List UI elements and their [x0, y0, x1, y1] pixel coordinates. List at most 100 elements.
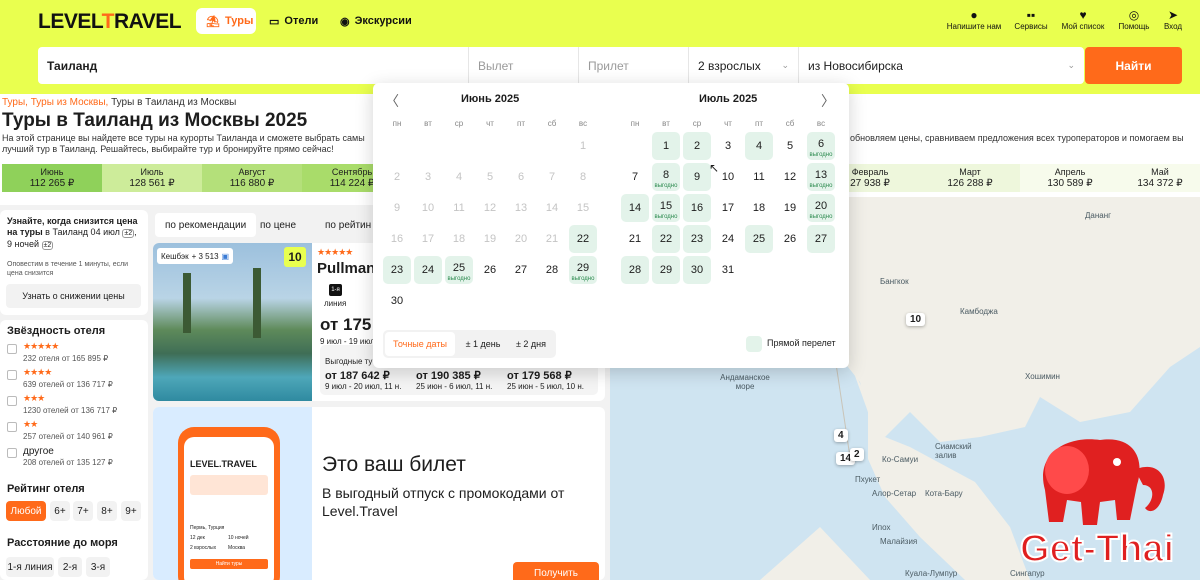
rating-6-plus[interactable]: 6+ — [50, 501, 70, 521]
prev-month-arrow[interactable]: 〈 — [385, 91, 399, 111]
calendar-day[interactable]: 19 — [776, 194, 804, 222]
calendar-day[interactable]: 23 — [683, 225, 711, 253]
map-price-badge[interactable]: 4 — [834, 429, 848, 442]
from-city-select[interactable]: из Новосибирска ⌄ — [799, 47, 1084, 84]
weekday-label: пт — [755, 119, 763, 128]
calendar-day[interactable]: 5 — [776, 132, 804, 160]
stars-5-checkbox[interactable] — [7, 344, 17, 354]
stars-3-checkbox[interactable] — [7, 396, 17, 406]
calendar-day: 17 — [421, 233, 435, 245]
nav-excursions[interactable]: ◉ Экскурсии — [330, 8, 412, 34]
calendar-day[interactable]: 7 — [621, 163, 649, 191]
map-label: Алор-Сетар — [872, 489, 917, 498]
map-label: Пхукет — [855, 475, 881, 484]
offer-price[interactable]: от 179 568 ₽ — [507, 369, 572, 382]
calendar-day[interactable]: 20 выгодно — [807, 194, 835, 222]
calendar-day[interactable]: 15 выгодно — [652, 194, 680, 222]
exact-dates-tab[interactable]: Точные даты — [385, 332, 455, 356]
map-price-badge[interactable]: 10 — [906, 313, 926, 326]
chevron-down-icon: ⌄ — [1067, 60, 1075, 70]
offer-price[interactable]: от 187 642 ₽ — [325, 369, 390, 382]
breadcrumb-tours[interactable]: Туры, — [2, 97, 28, 108]
sea-line-3[interactable]: 3-я — [86, 557, 110, 577]
depart-date-field[interactable]: Вылет — [469, 47, 579, 84]
calendar-day[interactable]: 4 — [745, 132, 773, 160]
sort-price-tab[interactable]: по цене — [250, 213, 306, 237]
calendar-day[interactable]: 27 — [807, 225, 835, 253]
search-submit-button[interactable]: Найти — [1085, 47, 1182, 84]
calendar-day[interactable]: 29 выгодно — [569, 256, 597, 284]
month-cell-july[interactable]: Июль 128 561 ₽ — [102, 164, 202, 192]
calendar-day[interactable]: 31 — [714, 256, 742, 284]
calendar-day[interactable]: 25 — [745, 225, 773, 253]
stars-other-checkbox[interactable] — [7, 448, 17, 458]
sea-line-1[interactable]: 1-я линия — [6, 557, 54, 577]
rating-9-plus[interactable]: 9+ — [121, 501, 141, 521]
calendar-day[interactable]: 26 — [476, 256, 504, 284]
calendar-day[interactable]: 11 — [745, 163, 773, 191]
calendar-day[interactable]: 16 — [683, 194, 711, 222]
calendar-day[interactable]: 21 — [621, 225, 649, 253]
month-cell-march[interactable]: Март 126 288 ₽ — [920, 164, 1020, 192]
sort-recommended-tab[interactable]: по рекомендации — [155, 213, 257, 237]
sort-rating-tab[interactable]: по рейтин — [315, 213, 381, 237]
arrive-date-field[interactable]: Прилет — [579, 47, 689, 84]
calendar-day[interactable]: 14 — [621, 194, 649, 222]
guests-select[interactable]: 2 взрослых ⌄ — [689, 47, 799, 84]
plus-minus-1-tab[interactable]: ± 1 день — [461, 332, 505, 356]
month-cell-april[interactable]: Апрель 130 589 ₽ — [1020, 164, 1120, 192]
stars-2-checkbox[interactable] — [7, 422, 17, 432]
calendar-day: 14 — [545, 202, 559, 214]
offer-price[interactable]: от 190 385 ₽ — [416, 369, 481, 382]
calendar-day[interactable]: 18 — [745, 194, 773, 222]
sea-line-2[interactable]: 2-я — [58, 557, 82, 577]
calendar-day[interactable]: 3 — [714, 132, 742, 160]
stars-4-checkbox[interactable] — [7, 370, 17, 380]
calendar-day[interactable]: 30 — [383, 287, 411, 315]
calendar-day[interactable]: 24 — [414, 256, 442, 284]
calendar-day[interactable]: 26 — [776, 225, 804, 253]
login-button[interactable]: ➤ Вход — [1143, 8, 1200, 31]
map-price-badge[interactable]: 2 — [850, 448, 864, 461]
calendar-day[interactable]: 25 выгодно — [445, 256, 473, 284]
month-cell-may[interactable]: Май 134 372 ₽ — [1120, 164, 1200, 192]
destination-field[interactable]: Таиланд — [38, 47, 469, 84]
nav-tours[interactable]: ⛱ Туры — [196, 8, 256, 34]
nav-hotels[interactable]: ▭ Отели — [259, 8, 329, 34]
plus-minus-2-tab[interactable]: ± 2 дня — [509, 332, 553, 356]
next-month-arrow[interactable]: 〉 — [821, 91, 835, 111]
calendar-day[interactable]: 2 — [683, 132, 711, 160]
calendar-day[interactable]: 28 — [621, 256, 649, 284]
map-label: Дананг — [1085, 211, 1112, 220]
level-travel-logo[interactable]: LEVELTRAVEL — [38, 10, 182, 34]
hotel-photo[interactable]: Кешбэк + 3 513 ▣ 10 — [153, 243, 312, 401]
calendar-day[interactable]: 6 выгодно — [807, 132, 835, 160]
calendar-day[interactable]: 24 — [714, 225, 742, 253]
month-cell-august[interactable]: Август 116 880 ₽ — [202, 164, 302, 192]
calendar-day[interactable]: 22 — [569, 225, 597, 253]
calendar-day[interactable]: 12 — [776, 163, 804, 191]
price-alert-button[interactable]: Узнать о снижении цены — [6, 284, 141, 308]
rating-8-plus[interactable]: 8+ — [97, 501, 117, 521]
calendar-day[interactable]: 9 — [683, 163, 711, 191]
write-us-button[interactable]: ● Напишите нам — [944, 8, 1004, 31]
calendar-day[interactable]: 1 — [652, 132, 680, 160]
month-cell-june[interactable]: Июнь 112 265 ₽ — [2, 164, 102, 192]
calendar-day: 2 — [393, 171, 401, 183]
calendar-day[interactable]: 17 — [714, 194, 742, 222]
calendar-day[interactable]: 29 — [652, 256, 680, 284]
calendar-day[interactable]: 30 — [683, 256, 711, 284]
calendar-day[interactable]: 22 — [652, 225, 680, 253]
promo-get-button[interactable]: Получить — [513, 562, 599, 580]
calendar-day[interactable]: 27 — [507, 256, 535, 284]
breadcrumb-moscow[interactable]: Туры из Москвы, — [31, 97, 109, 108]
calendar-day[interactable]: 23 — [383, 256, 411, 284]
calendar-day[interactable]: 28 — [538, 256, 566, 284]
rating-any[interactable]: Любой — [6, 501, 46, 521]
services-button[interactable]: ▪▪ Сервисы — [1001, 8, 1061, 31]
calendar-day[interactable]: 8 выгодно — [652, 163, 680, 191]
hotel-name[interactable]: Pullman — [317, 260, 375, 277]
rating-7-plus[interactable]: 7+ — [73, 501, 93, 521]
calendar-day[interactable]: 13 выгодно — [807, 163, 835, 191]
offer-dates: 25 июн - 5 июл, 10 н. — [507, 382, 584, 391]
